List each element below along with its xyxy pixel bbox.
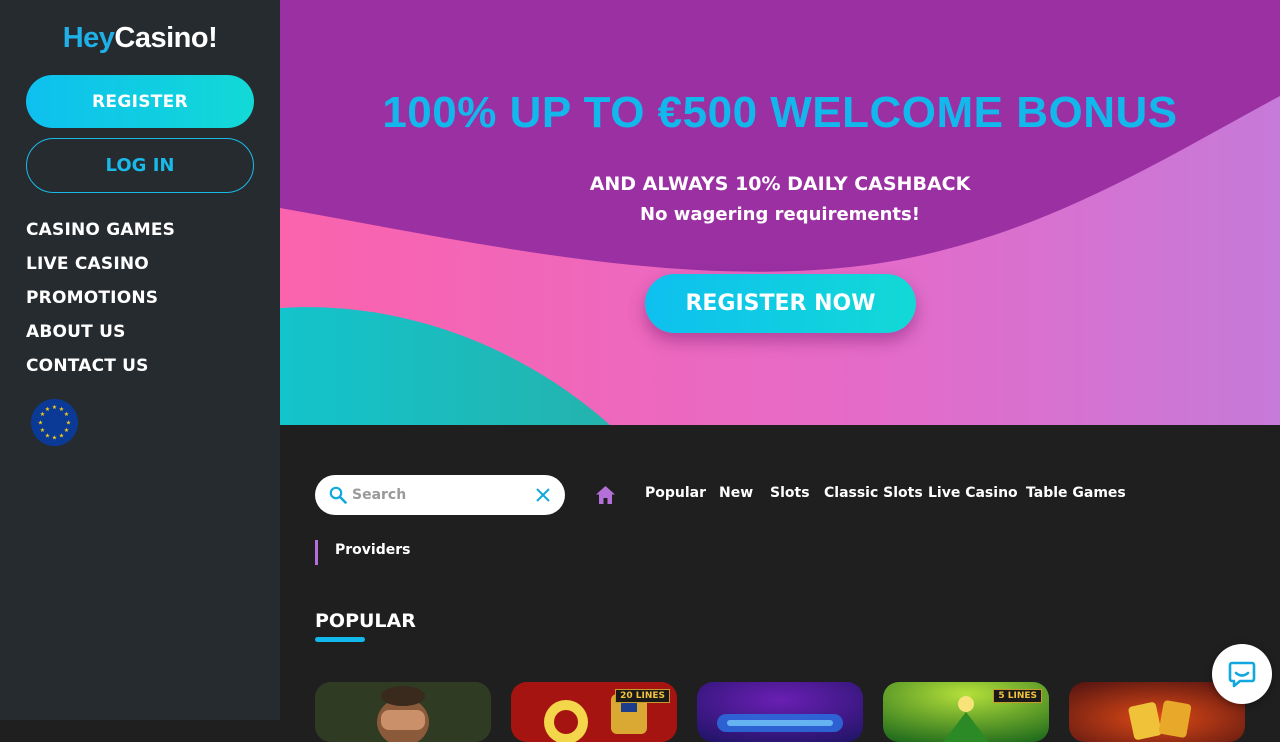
- sidebar-item-about-us[interactable]: ABOUT US: [26, 320, 175, 354]
- svg-text:★: ★: [40, 427, 45, 434]
- svg-text:★: ★: [52, 435, 57, 442]
- svg-text:★: ★: [59, 433, 64, 440]
- svg-text:★: ★: [52, 404, 57, 411]
- tab-slots[interactable]: Slots: [770, 485, 810, 501]
- game-tile-2[interactable]: 20 LINES: [511, 682, 677, 742]
- sidebar-item-contact-us[interactable]: CONTACT US: [26, 354, 175, 388]
- svg-text:★: ★: [38, 420, 43, 427]
- chat-bubble-icon: [1228, 661, 1256, 688]
- sidebar-item-casino-games[interactable]: CASINO GAMES: [26, 218, 175, 252]
- heycasino-logo[interactable]: HeyCasino!: [0, 22, 280, 55]
- login-button[interactable]: LOG IN: [26, 138, 254, 193]
- section-title-popular: POPULAR: [315, 610, 416, 632]
- search-icon: [329, 486, 347, 504]
- tab-new[interactable]: New: [719, 485, 753, 501]
- tab-table-games[interactable]: Table Games: [1026, 485, 1126, 501]
- svg-text:★: ★: [45, 433, 50, 440]
- eu-flag-icon[interactable]: ★ ★ ★ ★ ★ ★ ★ ★ ★ ★ ★ ★: [31, 399, 78, 446]
- svg-text:★: ★: [66, 420, 71, 427]
- sidebar-nav: CASINO GAMES LIVE CASINO PROMOTIONS ABOU…: [26, 218, 175, 388]
- providers-indicator: [315, 540, 318, 565]
- svg-text:★: ★: [45, 406, 50, 413]
- home-icon[interactable]: [595, 485, 616, 505]
- game-tile-1[interactable]: [315, 682, 491, 742]
- tab-popular[interactable]: Popular: [645, 485, 706, 501]
- tab-classic-slots[interactable]: Classic Slots: [824, 485, 923, 501]
- tab-providers[interactable]: Providers: [335, 542, 410, 558]
- register-now-button[interactable]: REGISTER NOW: [645, 274, 916, 333]
- sidebar: HeyCasino! REGISTER LOG IN CASINO GAMES …: [0, 0, 280, 720]
- tab-live-casino[interactable]: Live Casino: [928, 485, 1018, 501]
- live-chat-button[interactable]: [1212, 644, 1272, 704]
- search-box: [315, 475, 565, 515]
- section-underline: [315, 637, 365, 642]
- game-thumbnail: [315, 682, 491, 742]
- close-icon[interactable]: [536, 488, 550, 502]
- sidebar-item-promotions[interactable]: PROMOTIONS: [26, 286, 175, 320]
- hero-subtitle: AND ALWAYS 10% DAILY CASHBACK: [589, 173, 971, 195]
- search-input[interactable]: [352, 483, 522, 507]
- svg-text:★: ★: [64, 427, 69, 434]
- hero-subtitle-secondary: No wagering requirements!: [640, 204, 920, 225]
- register-button[interactable]: REGISTER: [26, 75, 254, 128]
- hero-title: 100% UP TO €500 WELCOME BONUS: [382, 88, 1178, 137]
- lines-badge: 20 LINES: [615, 689, 670, 703]
- hero-banner: 100% UP TO €500 WELCOME BONUS AND ALWAYS…: [280, 0, 1280, 425]
- svg-text:★: ★: [64, 411, 69, 418]
- game-thumbnail: [697, 682, 863, 742]
- game-tile-4[interactable]: 5 LINES: [883, 682, 1049, 742]
- game-tile-3[interactable]: [697, 682, 863, 742]
- lines-badge: 5 LINES: [993, 689, 1042, 703]
- logo-casino: Casino!: [114, 22, 218, 54]
- sidebar-item-live-casino[interactable]: LIVE CASINO: [26, 252, 175, 286]
- logo-hey: Hey: [62, 22, 115, 54]
